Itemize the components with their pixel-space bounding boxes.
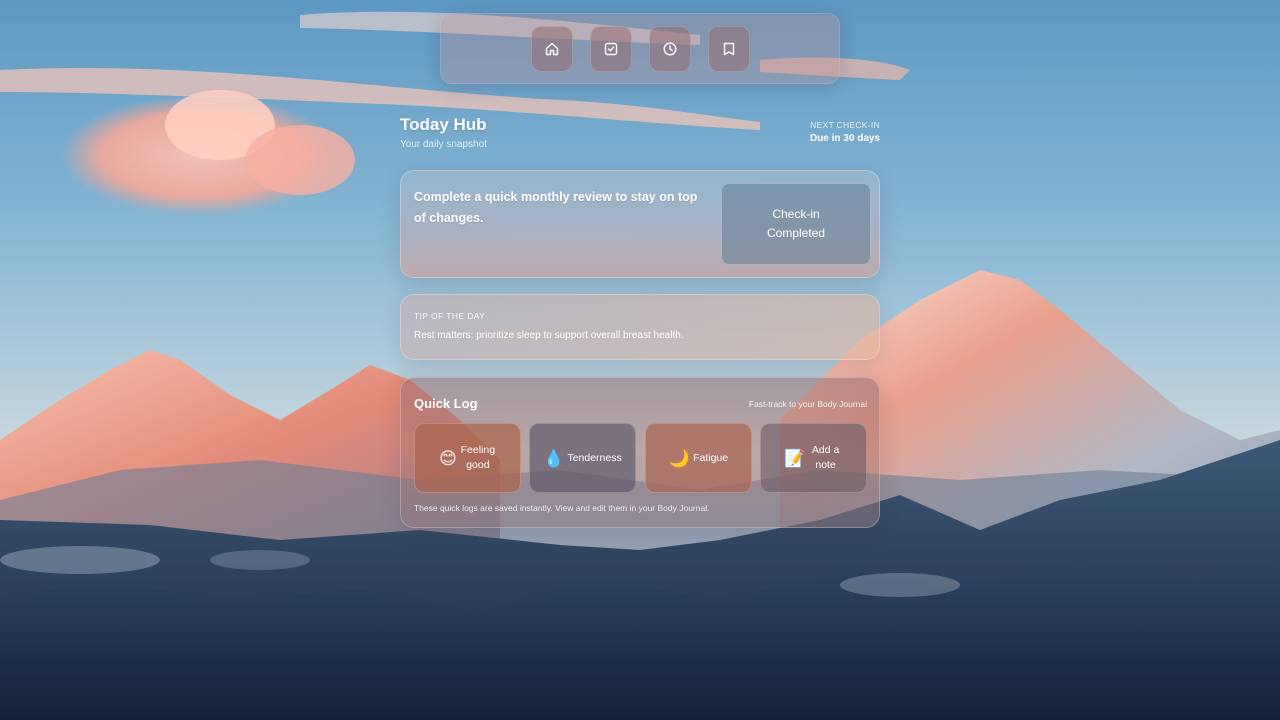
quick-log-title: Quick Log [414,396,478,411]
journal-icon [723,42,735,56]
monthly-review-text: Complete a quick monthly review to stay … [414,190,698,225]
quick-log-button-label: Feeling good [460,444,496,471]
tip-of-the-day-card: TIP OF THE DAY Rest matters: prioritize … [400,294,880,360]
memo-icon: 📝 [784,448,806,468]
quick-log-footer-note: These quick logs are saved instantly. Vi… [414,503,710,513]
quick-log-subtitle: Fast-track to your Body Journal [748,399,867,409]
clock-icon [663,42,677,56]
quick-log-feeling-good-button[interactable]: 😊 Feeling good [414,423,521,493]
nav-history-button[interactable] [649,26,691,72]
tip-label: TIP OF THE DAY [414,311,486,321]
droplet-icon: 💧 [543,448,565,468]
moon-icon: 🌙 [668,448,691,468]
monthly-review-card: Complete a quick monthly review to stay … [400,170,880,278]
page-subtitle: Your daily snapshot [400,139,487,150]
tip-text: Rest matters: prioritize sleep to suppor… [414,330,684,341]
smile-icon: 😊 [439,448,457,468]
quick-log-tenderness-button[interactable]: 💧 Tenderness [529,423,636,493]
quick-log-card: Quick Log Fast-track to your Body Journa… [400,377,880,528]
quick-log-add-note-button[interactable]: 📝 Add a note [760,423,867,493]
home-icon [545,42,559,56]
page-title: Today Hub [400,115,487,134]
background-landscape [0,0,1280,720]
nav-home-button[interactable] [531,26,573,72]
quick-log-button-label: Add a note [811,444,840,471]
nav-journal-button[interactable] [708,26,750,72]
checkbox-icon [604,42,618,56]
quick-log-button-label: Tenderness [567,451,622,464]
quick-log-fatigue-button[interactable]: 🌙 Fatigue [645,423,752,493]
next-checkin-label: NEXT CHECK-IN [810,120,880,130]
top-navigation-bar [440,13,840,84]
nav-checkin-button[interactable] [590,26,632,72]
next-checkin-value: Due in 30 days [809,133,880,144]
checkin-completed-button[interactable]: Check-in Completed [721,183,871,265]
quick-log-button-label: Fatigue [693,451,729,464]
